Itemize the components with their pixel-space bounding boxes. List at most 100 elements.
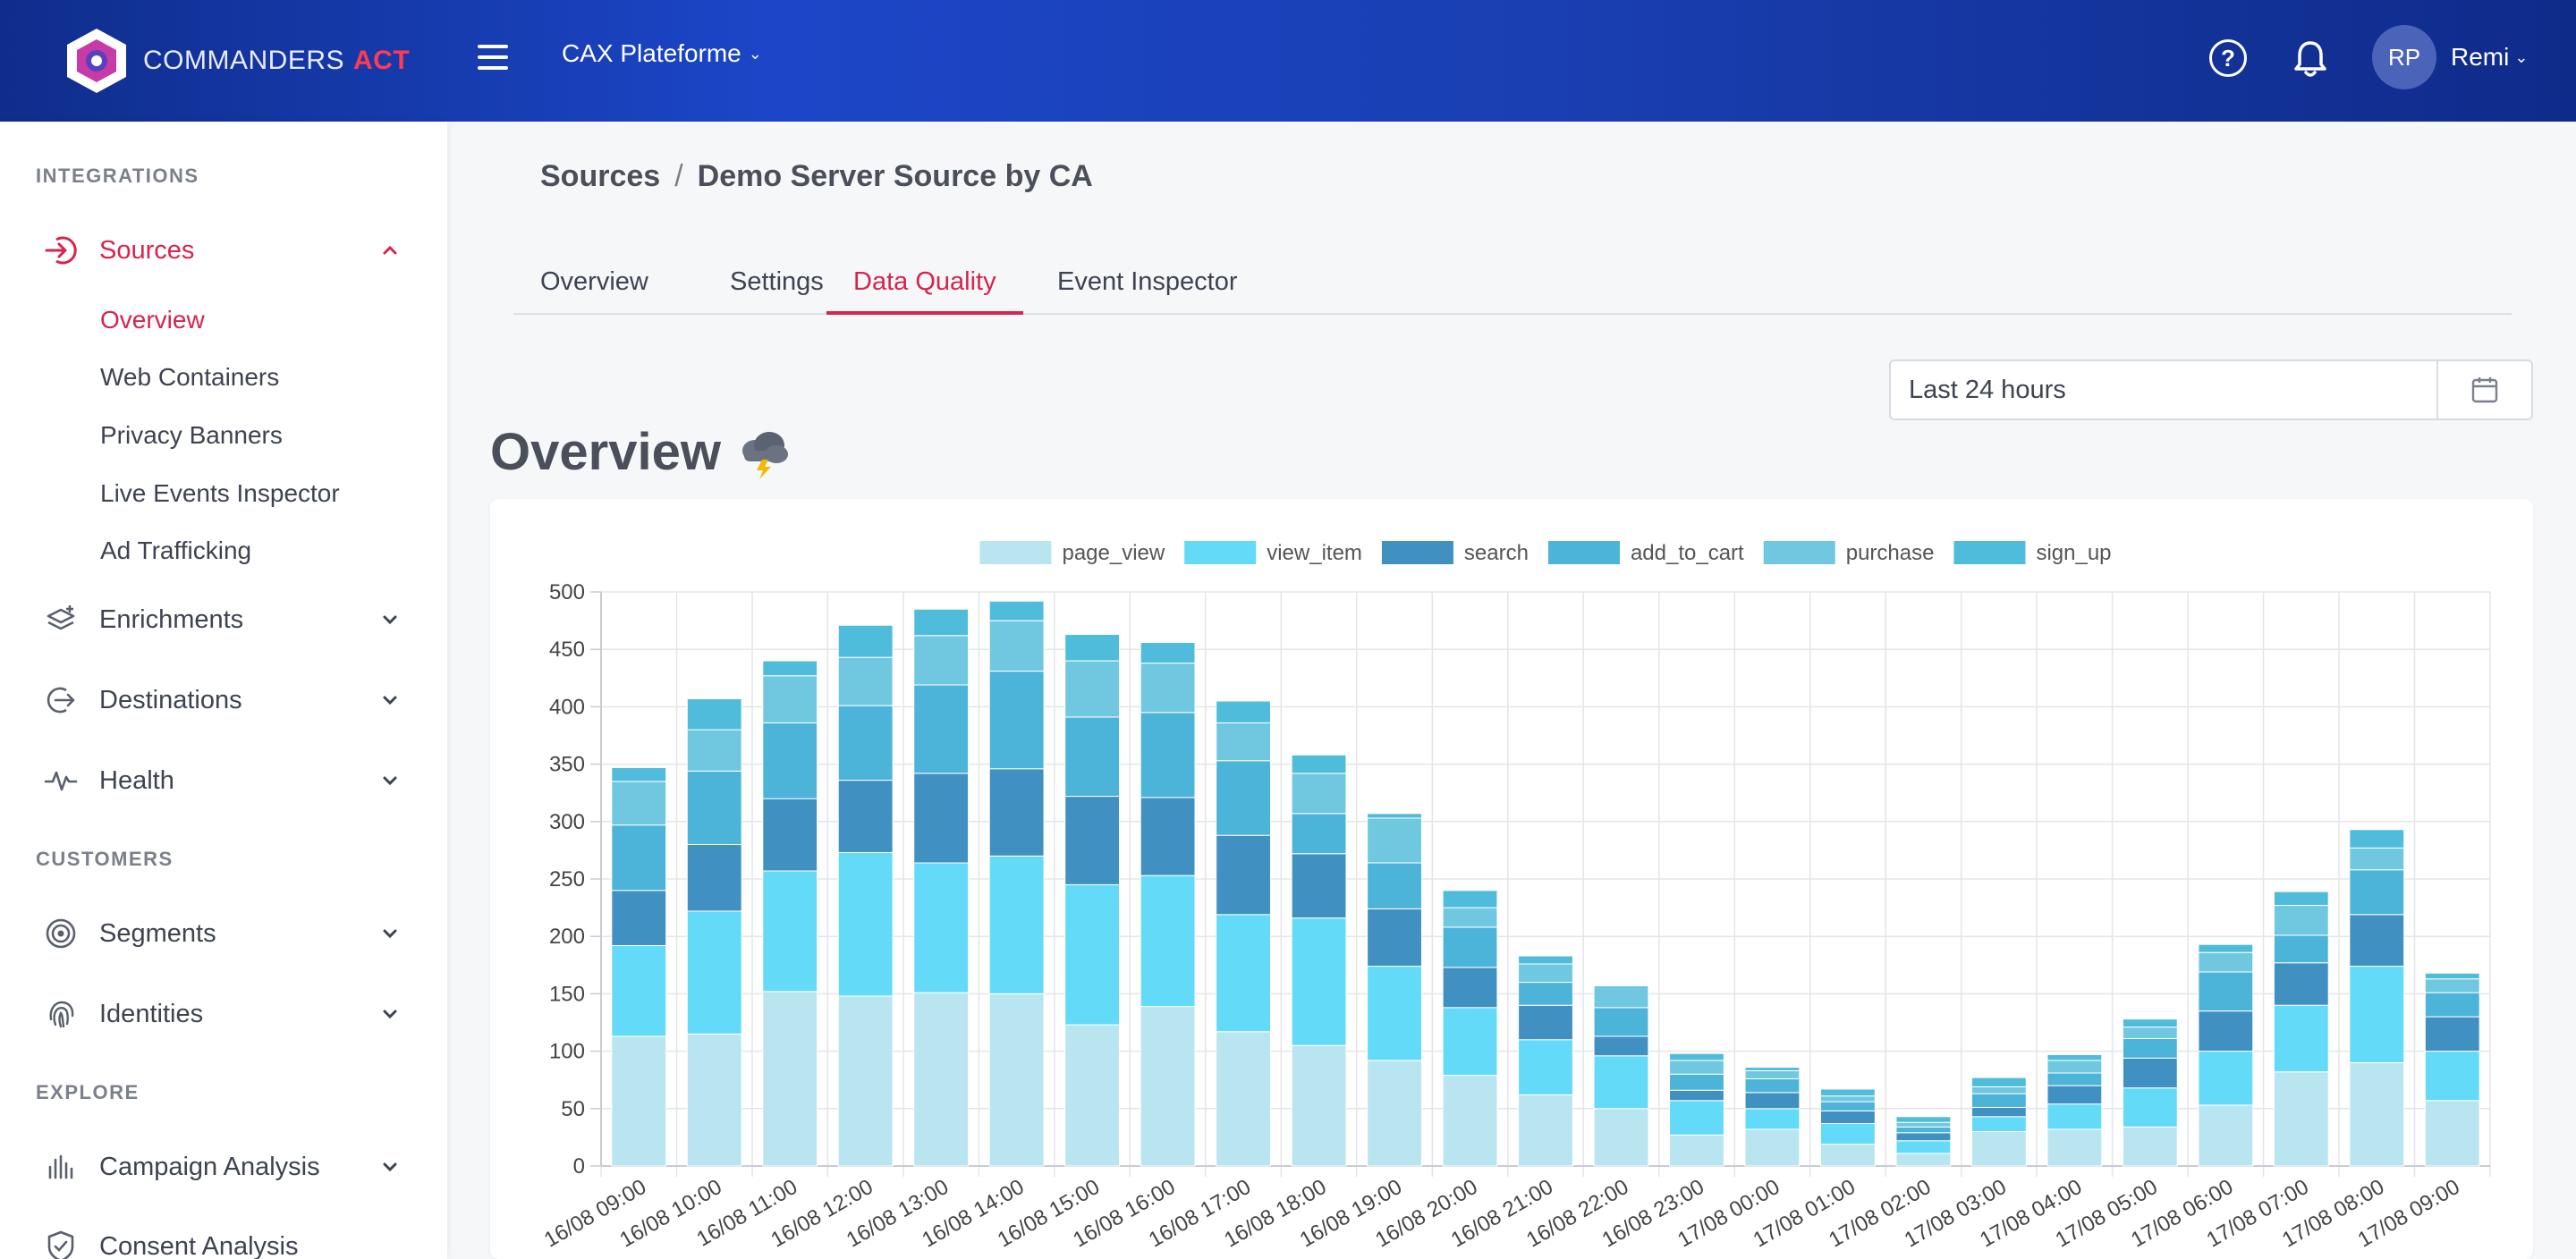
bar-segment-sign_up (988, 600, 1045, 621)
bar-segment-view_item (1593, 1055, 1649, 1110)
sidebar-subitem-live-events-inspector[interactable]: Live Events Inspector (100, 479, 340, 508)
legend-label-sign_up: sign_up (2036, 541, 2111, 565)
bar-segment-sign_up (2046, 1053, 2103, 1061)
date-range-input[interactable]: Last 24 hours (1891, 361, 2436, 418)
bar-segment-sign_up (1064, 634, 1121, 662)
bar-segment-purchase (1820, 1095, 1876, 1103)
bar-segment-view_item (1820, 1122, 1876, 1145)
y-tick-label: 50 (561, 1097, 585, 1121)
bar-segment-view_item (686, 910, 742, 1035)
bar-segment-purchase (2046, 1060, 2103, 1074)
bar-segment-purchase (1064, 660, 1121, 718)
user-menu[interactable]: Remi ⌄ (2451, 43, 2528, 72)
sign-in-icon (45, 236, 77, 265)
bar-segment-sign_up (762, 660, 818, 677)
bar-segment-add_to_cart (913, 684, 970, 774)
bar-segment-page_view (1593, 1108, 1649, 1167)
legend-swatch-sign_up (1953, 541, 2026, 564)
bell-icon[interactable] (2292, 39, 2329, 79)
bar-segment-page_view (2349, 1061, 2405, 1167)
bar-segment-add_to_cart (1367, 862, 1422, 909)
bar-segment-view_item (837, 851, 894, 997)
section-label-customers: CUSTOMERS (36, 848, 174, 870)
bar-segment-page_view (1820, 1144, 1876, 1167)
bar-segment-sign_up (1820, 1088, 1876, 1097)
bar-segment-view_item (1669, 1100, 1724, 1136)
bar-segment-purchase (1518, 963, 1573, 984)
bar-segment-purchase (1442, 907, 1498, 928)
tab-data-quality[interactable]: Data Quality (826, 259, 1023, 315)
bar-segment-search (1367, 908, 1422, 967)
sidebar-item-health[interactable]: Health (0, 754, 447, 807)
bar-segment-add_to_cart (837, 705, 894, 782)
sidebar-item-destinations[interactable]: Destinations (0, 673, 447, 727)
bar-segment-page_view (1216, 1031, 1271, 1167)
sidebar-item-consent-analysis[interactable]: Consent Analysis (0, 1220, 447, 1259)
section-label-explore: EXPLORE (36, 1081, 140, 1103)
bar-segment-add_to_cart (1669, 1073, 1724, 1091)
sidebar-item-enrichments[interactable]: Enrichments (0, 593, 447, 646)
bar-segment-page_view (1140, 1006, 1196, 1167)
calendar-button[interactable] (2436, 361, 2531, 418)
bar-segment-search (2122, 1057, 2178, 1089)
stacked-bar-chart: 05010015020025030035040045050016/08 09:0… (540, 541, 2491, 1253)
logo[interactable]: COMMANDERS ACT (64, 27, 410, 95)
bar-segment-page_view (837, 995, 894, 1167)
bar-segment-search (1518, 1004, 1573, 1041)
y-tick-label: 400 (549, 695, 585, 719)
bar-segment-search (837, 780, 894, 853)
bar-segment-search (762, 798, 818, 872)
bar-segment-page_view (1669, 1134, 1724, 1167)
sidebar-subitem-ad-trafficking[interactable]: Ad Trafficking (100, 537, 251, 565)
tab-bar: Overview Settings Data Quality Event Ins… (513, 259, 2512, 315)
bar-segment-page_view (2424, 1100, 2480, 1167)
chevron-down-icon: ⌄ (748, 44, 762, 63)
y-tick-label: 350 (549, 753, 585, 777)
bar-segment-page_view (762, 991, 818, 1167)
bar-segment-sign_up (1744, 1067, 1801, 1071)
menu-toggle-icon[interactable] (478, 45, 508, 72)
bar-segment-search (686, 843, 742, 912)
breadcrumb-sources[interactable]: Sources (540, 159, 660, 194)
bar-segment-add_to_cart (686, 770, 742, 845)
sidebar-item-campaign-analysis[interactable]: Campaign Analysis (0, 1140, 447, 1194)
bar-segment-page_view (913, 992, 970, 1167)
breadcrumb: Sources / Demo Server Source by CA (540, 159, 1093, 194)
target-icon (46, 918, 76, 949)
sidebar-item-identities[interactable]: Identities (0, 987, 447, 1041)
sidebar-item-sources[interactable]: Sources (0, 224, 447, 277)
chevron-down-icon: ⌄ (2514, 47, 2529, 66)
bar-segment-sign_up (686, 697, 742, 731)
bar-segment-purchase (762, 675, 818, 723)
bar-segment-purchase (1216, 722, 1271, 762)
tab-event-inspector[interactable]: Event Inspector (1030, 259, 1265, 315)
bar-segment-add_to_cart (1216, 760, 1271, 836)
bar-segment-add_to_cart (762, 722, 818, 799)
avatar[interactable]: RP (2372, 25, 2436, 89)
sidebar-item-segments[interactable]: Segments (0, 907, 447, 960)
bar-segment-purchase (2273, 905, 2329, 936)
bar-segment-add_to_cart (2122, 1037, 2178, 1059)
bar-segment-add_to_cart (2273, 934, 2329, 964)
sidebar-subitem-privacy-banners[interactable]: Privacy Banners (100, 421, 283, 450)
bar-segment-view_item (1367, 966, 1422, 1061)
y-tick-label: 300 (549, 810, 585, 834)
tab-overview[interactable]: Overview (513, 259, 675, 315)
help-icon[interactable]: ? (2209, 39, 2247, 77)
y-tick-label: 0 (573, 1154, 585, 1179)
bar-segment-add_to_cart (2046, 1072, 2103, 1086)
bar-segment-purchase (1140, 663, 1196, 714)
bar-segment-purchase (1970, 1086, 2027, 1094)
sidebar-subitem-web-containers[interactable]: Web Containers (100, 363, 279, 392)
bar-segment-search (1216, 834, 1271, 916)
sidebar-subitem-overview[interactable]: Overview (100, 306, 205, 334)
bar-segment-purchase (1895, 1121, 1952, 1128)
bar-segment-purchase (611, 781, 667, 826)
platform-selector[interactable]: CAX Plateforme ⌄ (562, 39, 762, 68)
section-label-integrations: INTEGRATIONS (36, 165, 199, 187)
top-bar: COMMANDERS ACT CAX Plateforme ⌄ ? RP Remi ⌄ (0, 0, 2576, 122)
shield-check-icon (47, 1230, 74, 1259)
bar-segment-page_view (988, 993, 1045, 1167)
bar-segment-page_view (1970, 1130, 2027, 1167)
bar-segment-sign_up (837, 624, 894, 658)
